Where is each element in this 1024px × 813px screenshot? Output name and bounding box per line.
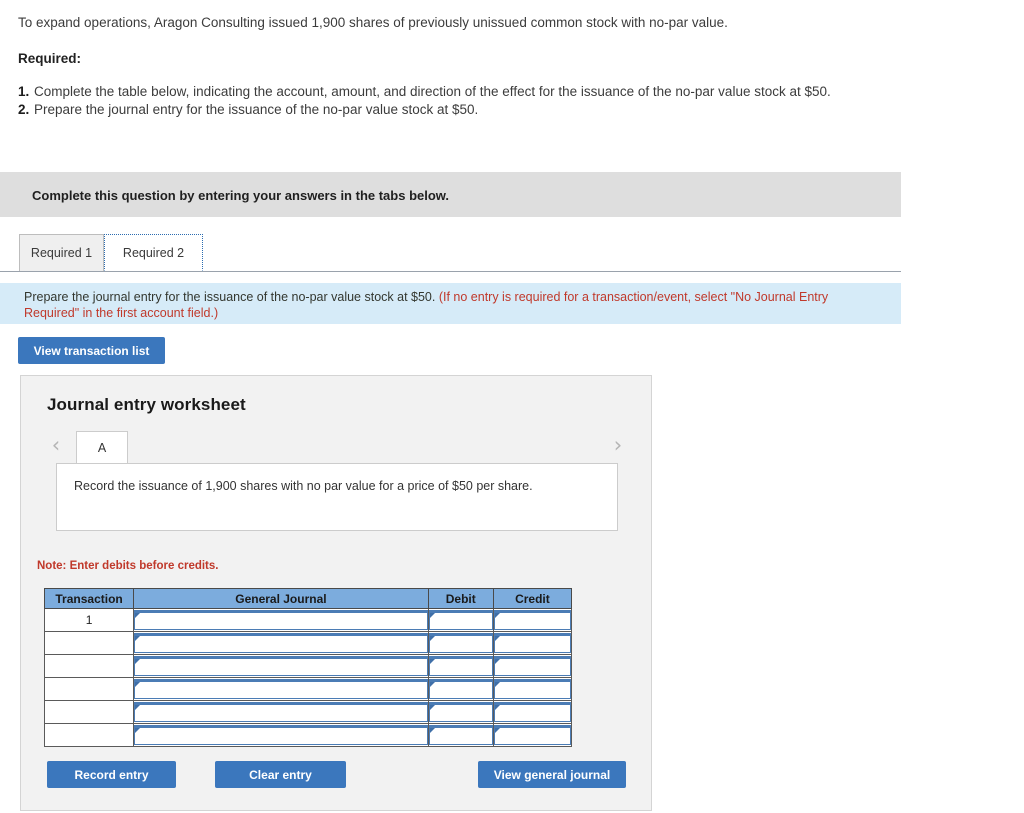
general-journal-input[interactable] xyxy=(134,679,428,699)
problem-statement-block: To expand operations, Aragon Consulting … xyxy=(0,0,1024,119)
debit-cell[interactable] xyxy=(427,677,494,701)
view-transaction-list-button[interactable]: View transaction list xyxy=(18,337,165,364)
debit-input[interactable] xyxy=(428,725,493,745)
tab-required-1[interactable]: Required 1 xyxy=(19,234,104,271)
credit-cell[interactable] xyxy=(492,700,573,724)
worksheet-description-text: Record the issuance of 1,900 shares with… xyxy=(74,479,533,493)
credit-input[interactable] xyxy=(493,702,571,722)
debit-input[interactable] xyxy=(428,702,493,722)
credit-input[interactable] xyxy=(493,656,571,676)
worksheet-entry-tab-a[interactable]: A xyxy=(76,431,128,463)
column-header-transaction: Transaction xyxy=(43,588,135,609)
general-journal-input[interactable] xyxy=(134,633,428,653)
general-journal-input[interactable] xyxy=(134,656,428,676)
credit-input[interactable] xyxy=(493,679,571,699)
table-row xyxy=(43,631,573,655)
requirement-item: 2. Prepare the journal entry for the iss… xyxy=(18,101,1004,119)
worksheet-note: Note: Enter debits before credits. xyxy=(37,560,219,572)
chevron-right-icon[interactable]: › xyxy=(607,431,629,461)
credit-cell[interactable] xyxy=(492,608,573,632)
required-tab-strip: Required 1 Required 2 xyxy=(0,234,901,272)
debit-cell[interactable] xyxy=(427,631,494,655)
general-journal-input[interactable] xyxy=(134,702,428,722)
general-journal-input[interactable] xyxy=(134,610,428,630)
requirement-number: 1. xyxy=(18,84,30,99)
transaction-number-cell xyxy=(43,654,135,678)
worksheet-description-box: Record the issuance of 1,900 shares with… xyxy=(56,463,618,531)
tab-strip-divider xyxy=(0,271,901,272)
table-row xyxy=(43,700,573,724)
credit-cell[interactable] xyxy=(492,654,573,678)
general-journal-cell[interactable] xyxy=(133,608,429,632)
view-general-journal-button[interactable]: View general journal xyxy=(478,761,626,788)
transaction-number-cell xyxy=(43,723,135,747)
credit-input[interactable] xyxy=(493,633,571,653)
column-header-general-journal: General Journal xyxy=(133,588,429,609)
clear-entry-button[interactable]: Clear entry xyxy=(215,761,346,788)
general-journal-cell[interactable] xyxy=(133,723,429,747)
tab-required-1-label: Required 1 xyxy=(30,246,93,260)
transaction-number-cell xyxy=(43,677,135,701)
credit-cell[interactable] xyxy=(492,631,573,655)
requirements-list: 1. Complete the table below, indicating … xyxy=(18,83,1004,119)
worksheet-title: Journal entry worksheet xyxy=(47,395,246,414)
column-header-credit: Credit xyxy=(492,588,573,609)
instruction-main-text: Prepare the journal entry for the issuan… xyxy=(24,290,439,304)
requirement-text: Prepare the journal entry for the issuan… xyxy=(34,102,479,117)
table-row: 1 xyxy=(43,608,573,632)
worksheet-nav: ‹ A › xyxy=(21,431,653,463)
credit-input[interactable] xyxy=(493,610,571,630)
transaction-number-cell xyxy=(43,631,135,655)
debit-input[interactable] xyxy=(428,656,493,676)
transaction-number-cell xyxy=(43,700,135,724)
debit-cell[interactable] xyxy=(427,700,494,724)
credit-input[interactable] xyxy=(493,725,571,745)
record-entry-button[interactable]: Record entry xyxy=(47,761,176,788)
debit-input[interactable] xyxy=(428,633,493,653)
requirement-number: 2. xyxy=(18,102,30,117)
column-header-debit: Debit xyxy=(427,588,494,609)
debit-cell[interactable] xyxy=(427,654,494,678)
table-row xyxy=(43,677,573,701)
worksheet-entry-tab-a-label: A xyxy=(97,440,107,455)
debit-cell[interactable] xyxy=(427,723,494,747)
general-journal-cell[interactable] xyxy=(133,654,429,678)
general-journal-cell[interactable] xyxy=(133,677,429,701)
debit-input[interactable] xyxy=(428,679,493,699)
question-banner-text: Complete this question by entering your … xyxy=(32,188,450,203)
required-heading: Required: xyxy=(18,51,82,66)
instruction-bar: Prepare the journal entry for the issuan… xyxy=(0,283,901,324)
credit-cell[interactable] xyxy=(492,723,573,747)
transaction-number-cell: 1 xyxy=(43,608,135,632)
requirement-item: 1. Complete the table below, indicating … xyxy=(18,83,1004,101)
table-row xyxy=(43,654,573,678)
table-header-row: Transaction General Journal Debit Credit xyxy=(43,588,573,609)
debit-cell[interactable] xyxy=(427,608,494,632)
journal-entry-worksheet-panel: Journal entry worksheet ‹ A › Record the… xyxy=(20,375,652,811)
tab-required-2-label: Required 2 xyxy=(122,245,185,260)
tab-required-2[interactable]: Required 2 xyxy=(104,234,203,271)
question-banner: Complete this question by entering your … xyxy=(0,172,901,217)
debit-input[interactable] xyxy=(428,610,493,630)
general-journal-input[interactable] xyxy=(134,725,428,745)
credit-cell[interactable] xyxy=(492,677,573,701)
table-row xyxy=(43,723,573,747)
requirement-text: Complete the table below, indicating the… xyxy=(34,84,831,99)
general-journal-cell[interactable] xyxy=(133,631,429,655)
problem-statement: To expand operations, Aragon Consulting … xyxy=(18,15,728,30)
journal-entry-table: Transaction General Journal Debit Credit… xyxy=(43,588,573,747)
chevron-left-icon[interactable]: ‹ xyxy=(45,431,67,461)
general-journal-cell[interactable] xyxy=(133,700,429,724)
